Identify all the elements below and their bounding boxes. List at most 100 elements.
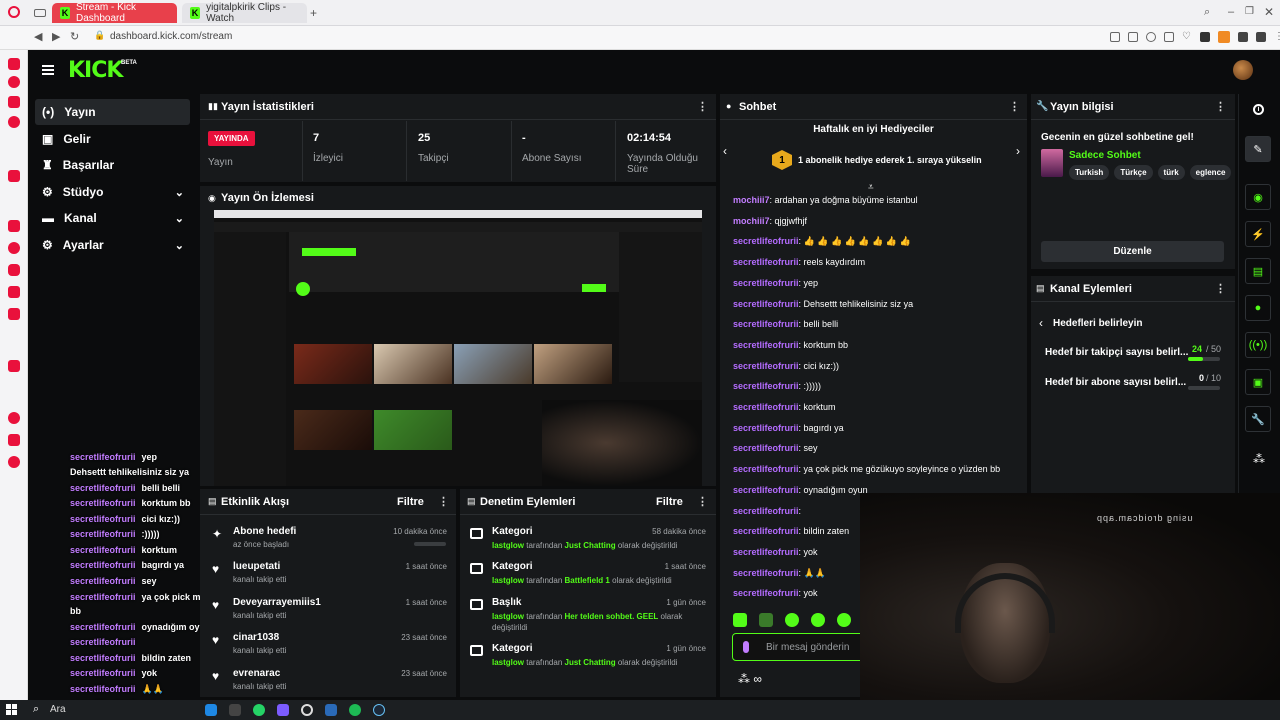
heart-icon[interactable]: ♡: [1182, 32, 1192, 42]
chat-username[interactable]: secretlifeofrurii: [733, 278, 799, 288]
forward-icon[interactable]: ▶: [52, 30, 60, 43]
instagram-icon[interactable]: [8, 264, 20, 276]
chat-username[interactable]: secretlifeofrurii: [733, 443, 799, 453]
chat-username[interactable]: secretlifeofrurii: [733, 423, 799, 433]
url-field[interactable]: dashboard.kick.com/stream: [110, 31, 232, 42]
windows-start-icon[interactable]: [6, 704, 17, 715]
history-icon[interactable]: [8, 412, 20, 424]
wrench-tool-icon[interactable]: 🔧: [1245, 406, 1271, 432]
chat-username[interactable]: mochiii7: [733, 195, 770, 205]
chat-input[interactable]: Bir mesaj gönderin: [732, 633, 867, 661]
search-tabs-icon[interactable]: ⌕: [1204, 6, 1210, 19]
chat-username[interactable]: secretlifeofrurii: [733, 547, 799, 557]
taskbar-search[interactable]: Ara: [50, 704, 66, 715]
tab-clips[interactable]: K yigitalpkirik Clips - Watch: [182, 2, 307, 24]
emote-icon[interactable]: [759, 613, 773, 627]
more-icon[interactable]: ⋮: [697, 495, 708, 508]
nav-item-kanal[interactable]: ▬ Kanal ⌄: [35, 205, 190, 231]
app-icon[interactable]: [277, 704, 289, 716]
extension-icon[interactable]: [1164, 32, 1174, 42]
chat-username[interactable]: secretlifeofrurii: [733, 319, 799, 329]
extension-icon[interactable]: [1256, 32, 1266, 42]
emote-icon[interactable]: [837, 613, 851, 627]
extension-icon[interactable]: [1146, 32, 1156, 42]
sidebar-app-icon[interactable]: [8, 360, 20, 372]
reload-icon[interactable]: ↻: [70, 30, 79, 43]
extension-icon[interactable]: [1110, 32, 1120, 42]
chat-username[interactable]: mochiii7: [733, 216, 770, 226]
info-icon[interactable]: i: [1253, 104, 1264, 115]
edit-button[interactable]: Düzenle: [1041, 241, 1224, 262]
edit-layout-icon[interactable]: ✎: [1245, 136, 1271, 162]
more-icon[interactable]: ⋮: [1009, 100, 1020, 113]
chat-username[interactable]: secretlifeofrurii: [733, 236, 799, 246]
kick-logo[interactable]: KICK: [68, 58, 123, 83]
chat-username[interactable]: secretlifeofrurii: [733, 485, 799, 495]
sidebar-app-icon[interactable]: [8, 96, 20, 108]
messenger-icon[interactable]: [8, 242, 20, 254]
close-window-icon[interactable]: ✕: [1264, 5, 1274, 19]
search-icon[interactable]: ⌕: [33, 703, 39, 716]
chat-username[interactable]: secretlifeofrurii: [733, 568, 799, 578]
filter-button[interactable]: Filtre: [397, 496, 424, 508]
goal-label[interactable]: Hedef bir takipçi sayısı belirl...: [1045, 347, 1188, 358]
back-icon[interactable]: ◀: [34, 30, 42, 43]
chevron-left-icon[interactable]: ‹: [723, 144, 727, 158]
minimize-icon[interactable]: –: [1228, 6, 1234, 18]
twitch-icon[interactable]: [8, 220, 20, 232]
lightning-icon[interactable]: ⚡: [1245, 221, 1271, 247]
chat-username[interactable]: secretlifeofrurii: [733, 361, 799, 371]
profile-badge-icon[interactable]: [1218, 31, 1230, 43]
sidebar-app-icon[interactable]: [8, 76, 20, 88]
broadcast-tool-icon[interactable]: ((•)): [1245, 332, 1271, 358]
scroll-down-icon[interactable]: ⩡: [868, 182, 874, 193]
chat-username[interactable]: secretlifeofrurii: [733, 464, 799, 474]
sidebar-app-icon[interactable]: [8, 434, 20, 446]
more-tools-icon[interactable]: ⁂: [1253, 452, 1265, 466]
new-tab-icon[interactable]: +: [310, 6, 317, 20]
extension-icon[interactable]: [1238, 32, 1248, 42]
steam-icon[interactable]: [373, 704, 385, 716]
more-icon[interactable]: ⋮: [1215, 282, 1226, 295]
settings-icon[interactable]: [8, 456, 20, 468]
goals-back-label[interactable]: Hedefleri belirleyin: [1053, 318, 1142, 329]
preview-video[interactable]: KICK: [214, 210, 702, 486]
nav-item-studyo[interactable]: ⚙ Stüdyo ⌄: [35, 179, 190, 205]
chevron-left-icon[interactable]: ‹: [1039, 316, 1043, 330]
opera-logo-icon[interactable]: [8, 6, 20, 18]
chat-username[interactable]: secretlifeofrurii: [733, 257, 799, 267]
extension-icon[interactable]: [1200, 32, 1210, 42]
chat-username[interactable]: secretlifeofrurii: [733, 381, 799, 391]
chat-username[interactable]: secretlifeofrurii: [733, 299, 799, 309]
category-name[interactable]: Sadece Sohbet: [1069, 150, 1141, 161]
chat-tool-icon[interactable]: ●: [1245, 295, 1271, 321]
chat-username[interactable]: secretlifeofrurii: [733, 402, 799, 412]
tab-kick-dashboard[interactable]: K Stream - Kick Dashboard: [52, 2, 177, 24]
preview-tool-icon[interactable]: ◉: [1245, 184, 1271, 210]
chat-username[interactable]: secretlifeofrurii: [733, 340, 799, 350]
hamburger-menu-icon[interactable]: [42, 65, 54, 75]
extension-icon[interactable]: [1128, 32, 1138, 42]
chat-username[interactable]: secretlifeofrurii: [733, 588, 799, 598]
nav-item-gelir[interactable]: ▣ Gelir: [35, 126, 190, 152]
microphone-icon[interactable]: [743, 641, 749, 653]
chat-settings-icon[interactable]: ⁂ ∞: [738, 672, 762, 686]
discord-icon[interactable]: [8, 308, 20, 320]
filter-button[interactable]: Filtre: [656, 496, 683, 508]
x-icon[interactable]: [8, 286, 20, 298]
notes-icon[interactable]: ▤: [1245, 258, 1271, 284]
spotify-icon[interactable]: [349, 704, 361, 716]
app-icon[interactable]: [325, 704, 337, 716]
sidebar-app-icon[interactable]: [8, 170, 20, 182]
sidebar-app-icon[interactable]: [8, 58, 20, 70]
nav-item-yayin[interactable]: (•) Yayın: [35, 99, 190, 125]
edge-icon[interactable]: [205, 704, 217, 716]
chat-username[interactable]: secretlifeofrurii: [733, 526, 799, 536]
emote-icon[interactable]: [785, 613, 799, 627]
nav-item-ayarlar[interactable]: ⚙ Ayarlar ⌄: [35, 232, 190, 258]
app-icon[interactable]: [229, 704, 241, 716]
goal-label[interactable]: Hedef bir abone sayısı belirl...: [1045, 377, 1186, 388]
menu-icon[interactable]: ⋮: [1274, 32, 1280, 42]
sidebar-app-icon[interactable]: [8, 116, 20, 128]
more-icon[interactable]: ⋮: [1215, 100, 1226, 113]
